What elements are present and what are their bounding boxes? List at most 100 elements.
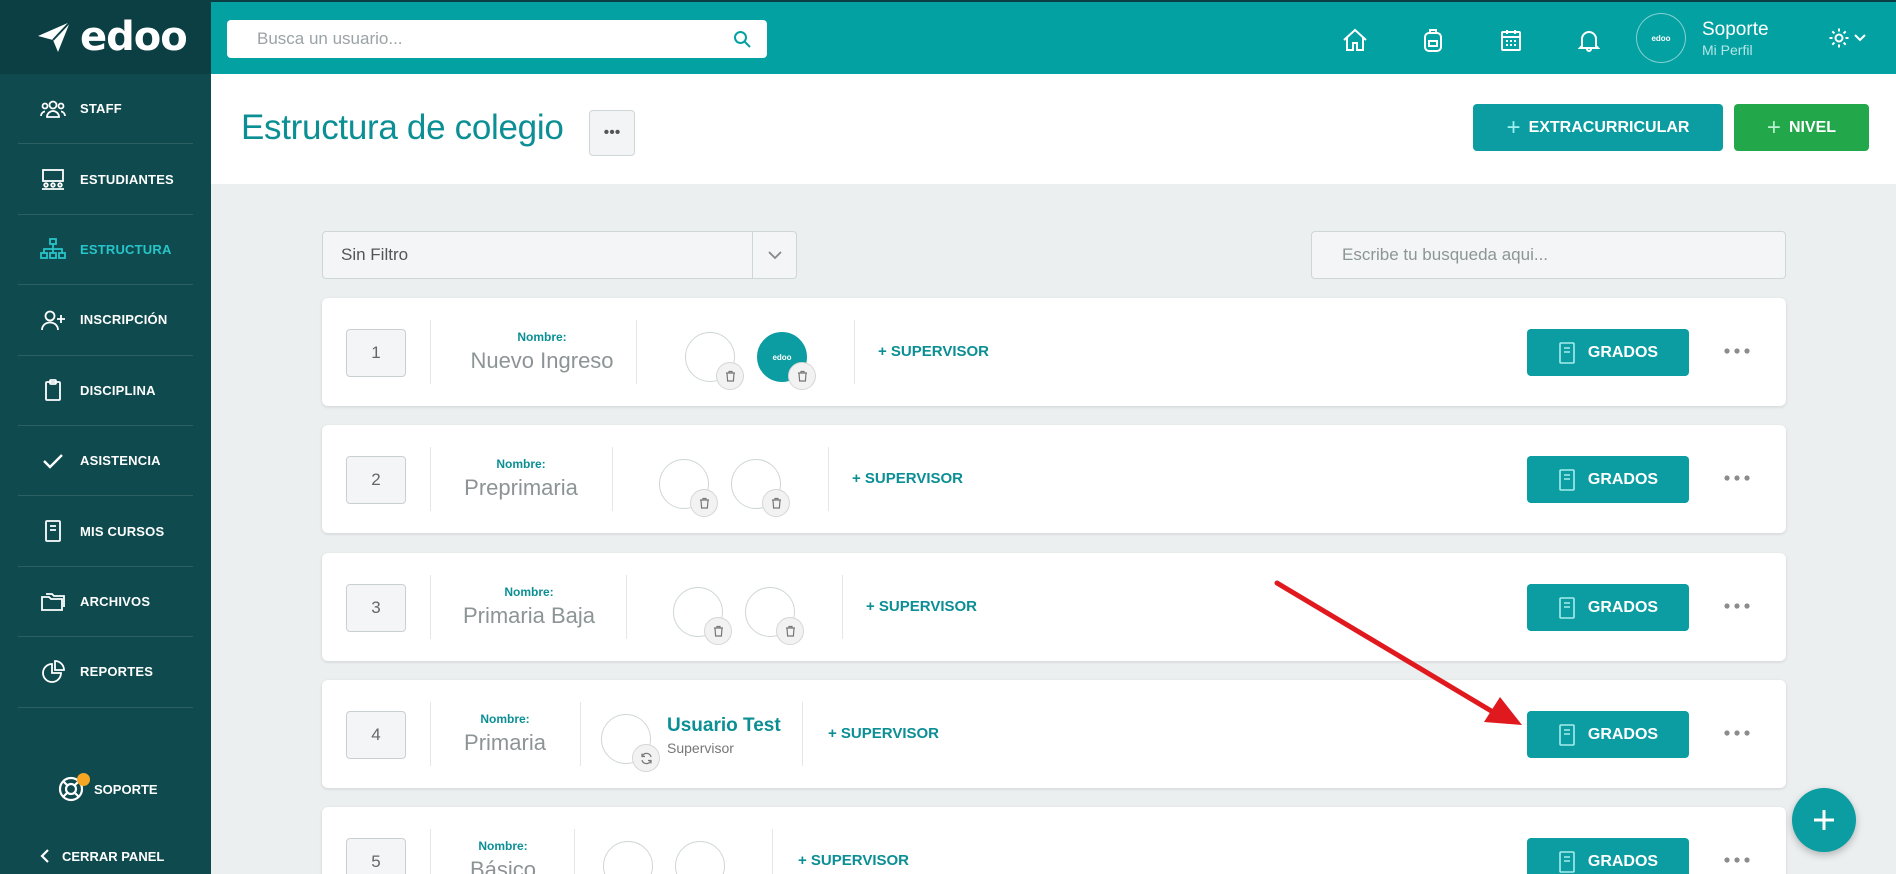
brand-logo[interactable]: edoo	[0, 0, 211, 74]
change-supervisor-button[interactable]	[632, 744, 660, 772]
level-number[interactable]: 5	[346, 838, 406, 874]
trash-icon	[797, 370, 807, 382]
gear-icon	[1829, 28, 1849, 48]
level-number[interactable]: 3	[346, 584, 406, 632]
divider	[574, 829, 575, 874]
remove-supervisor-button[interactable]	[716, 362, 744, 390]
add-extracurricular-button[interactable]: + EXTRACURRICULAR	[1473, 104, 1723, 151]
add-level-label: NIVEL	[1788, 118, 1837, 136]
chevron-down-icon	[1854, 34, 1866, 42]
sidebar-item-archivos[interactable]: ARCHIVOS	[18, 567, 193, 638]
sidebar-item-reportes[interactable]: REPORTES	[18, 637, 193, 708]
row-options-button[interactable]	[1717, 336, 1757, 366]
ellipsis-icon: •••	[603, 124, 621, 141]
avatar-text: edoo	[772, 352, 792, 362]
home-button[interactable]	[1316, 24, 1394, 56]
ellipsis-icon	[1724, 603, 1750, 609]
level-name: Básico	[469, 857, 537, 874]
profile-menu[interactable]: edoo Soporte Mi Perfil	[1636, 13, 1769, 63]
row-options-button[interactable]	[1717, 591, 1757, 621]
add-supervisor-button[interactable]: + SUPERVISOR	[828, 725, 939, 742]
level-number[interactable]: 4	[346, 711, 406, 759]
add-supervisor-button[interactable]: + SUPERVISOR	[798, 852, 909, 869]
sidebar-item-label: ASISTENCIA	[80, 453, 161, 469]
grades-label: GRADOS	[1587, 470, 1659, 488]
row-options-button[interactable]	[1717, 845, 1757, 874]
support-link[interactable]: SOPORTE	[58, 773, 158, 802]
ellipsis-icon	[1724, 857, 1750, 863]
brand-name: edoo	[80, 14, 188, 60]
page-header: Estructura de colegio ••• + EXTRACURRICU…	[211, 74, 1896, 184]
grades-button[interactable]: GRADOS	[1527, 838, 1689, 874]
filter-select[interactable]: Sin Filtro	[322, 231, 797, 279]
level-number[interactable]: 2	[346, 456, 406, 504]
calendar-button[interactable]	[1472, 24, 1550, 56]
trash-icon	[785, 625, 795, 637]
level-name-block: Nombre: Básico	[462, 839, 544, 874]
sidebar-item-staff[interactable]: STAFF	[18, 74, 193, 145]
sidebar-item-asistencia[interactable]: ASISTENCIA	[18, 426, 193, 497]
book-icon	[1559, 596, 1575, 619]
row-options-button[interactable]	[1717, 463, 1757, 493]
divider	[430, 575, 431, 639]
grades-button[interactable]: GRADOS	[1527, 584, 1689, 631]
search-icon[interactable]	[733, 30, 751, 48]
divider	[802, 702, 803, 766]
plus-icon	[1814, 810, 1834, 830]
check-icon	[40, 448, 66, 474]
grades-button[interactable]: GRADOS	[1527, 329, 1689, 376]
grades-button[interactable]: GRADOS	[1527, 456, 1689, 503]
divider	[430, 447, 431, 511]
page-options-button[interactable]: •••	[589, 110, 635, 156]
remove-supervisor-button[interactable]	[788, 362, 816, 390]
supervisor-avatar	[675, 841, 725, 874]
level-search-input[interactable]	[1342, 245, 1755, 265]
settings-menu[interactable]	[1828, 27, 1866, 49]
sidebar-item-label: ARCHIVOS	[80, 593, 151, 609]
add-supervisor-button[interactable]: + SUPERVISOR	[878, 343, 989, 360]
level-name-label: Nombre:	[517, 330, 567, 344]
profile-link[interactable]: Mi Perfil	[1702, 42, 1769, 58]
grades-label: GRADOS	[1587, 598, 1659, 616]
remove-supervisor-button[interactable]	[762, 489, 790, 517]
close-panel-button[interactable]: CERRAR PANEL	[40, 848, 164, 864]
divider	[580, 702, 581, 766]
supervisor-role: Supervisor	[667, 740, 734, 756]
divider	[772, 829, 773, 874]
avatar: edoo	[1636, 13, 1686, 63]
user-search-input[interactable]	[257, 29, 733, 49]
grades-label: GRADOS	[1587, 725, 1659, 743]
notifications-button[interactable]	[1550, 24, 1628, 56]
level-number[interactable]: 1	[346, 329, 406, 377]
add-level-button[interactable]: + NIVEL	[1734, 104, 1869, 151]
ellipsis-icon	[1724, 475, 1750, 481]
add-supervisor-button[interactable]: + SUPERVISOR	[866, 598, 977, 615]
ellipsis-icon	[1724, 730, 1750, 736]
grades-label: GRADOS	[1587, 343, 1659, 361]
supervisor-name[interactable]: Usuario Test	[667, 715, 781, 737]
add-supervisor-button[interactable]: + SUPERVISOR	[852, 470, 963, 487]
plus-icon: +	[1766, 113, 1781, 141]
remove-supervisor-button[interactable]	[776, 617, 804, 645]
profile-text: Soporte Mi Perfil	[1702, 19, 1769, 58]
grades-button[interactable]: GRADOS	[1527, 711, 1689, 758]
level-name-label: Nombre:	[504, 585, 554, 599]
backpack-button[interactable]	[1394, 24, 1472, 56]
sidebar-item-label: DISCIPLINA	[80, 382, 156, 398]
remove-supervisor-button[interactable]	[704, 617, 732, 645]
remove-supervisor-button[interactable]	[690, 489, 718, 517]
level-search	[1311, 231, 1786, 279]
sidebar-item-inscripcion[interactable]: INSCRIPCIÓN	[18, 285, 193, 356]
sidebar-item-disciplina[interactable]: DISCIPLINA	[18, 356, 193, 426]
paper-plane-icon	[38, 21, 71, 52]
sidebar-item-label: MIS CURSOS	[80, 523, 165, 539]
sidebar-item-label: REPORTES	[80, 664, 154, 680]
row-options-button[interactable]	[1717, 718, 1757, 748]
floating-add-button[interactable]	[1792, 788, 1856, 852]
sidebar-item-estudiantes[interactable]: ESTUDIANTES	[18, 144, 193, 215]
sidebar-item-mis-cursos[interactable]: MIS CURSOS	[18, 496, 193, 567]
supervisor-avatar	[603, 841, 653, 874]
level-name-block: Nombre: Primaria Baja	[462, 585, 596, 629]
bell-icon	[1578, 31, 1600, 52]
sidebar-item-estructura[interactable]: ESTRUCTURA	[18, 215, 193, 286]
